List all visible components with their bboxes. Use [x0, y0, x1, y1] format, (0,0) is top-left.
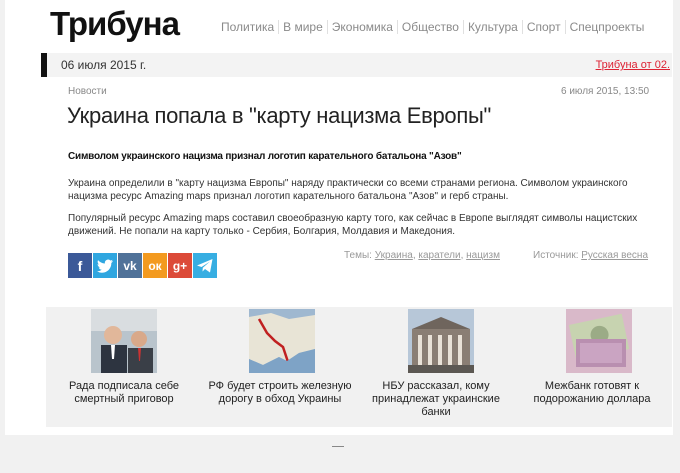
share-buttons: f vk ок g+ — [68, 253, 218, 278]
article-section[interactable]: Новости — [68, 86, 107, 97]
source-label: Источник: — [533, 250, 579, 261]
dollar-bills-photo-icon — [566, 309, 632, 373]
bank-building-photo-icon — [408, 309, 474, 373]
related-caption: НБУ рассказал, кому принадлежат украинск… — [372, 380, 500, 418]
related-caption: Межбанк готовят к подорожанию доллара — [533, 380, 651, 405]
twitter-icon[interactable] — [93, 253, 117, 278]
date-bar: 06 июля 2015 г. Трибуна от 02. — [41, 53, 672, 77]
topic-link-punishers[interactable]: каратели — [418, 250, 460, 261]
telegram-icon[interactable] — [193, 253, 217, 278]
top-navigation: Политика В мире Экономика Общество Культ… — [217, 20, 648, 34]
google-plus-icon[interactable]: g+ — [168, 253, 192, 278]
nav-item-culture[interactable]: Культура — [462, 20, 522, 34]
nav-item-sport[interactable]: Спорт — [521, 20, 565, 34]
nav-item-special[interactable]: Спецпроекты — [564, 20, 649, 34]
vkontakte-icon[interactable]: vk — [118, 253, 142, 278]
related-caption: Рада подписала себе смертный приговор — [68, 380, 180, 405]
article-topics: Темы: Украина, каратели, нацизм — [344, 250, 500, 261]
related-caption: РФ будет строить железную дорогу в обход… — [208, 380, 352, 405]
article-paragraph: Популярный ресурс Amazing maps составил … — [68, 213, 638, 237]
article-source: Источник: Русская весна — [533, 250, 648, 261]
current-date: 06 июля 2015 г. — [61, 58, 147, 72]
nav-item-politics[interactable]: Политика — [217, 20, 278, 34]
source-link[interactable]: Русская весна — [581, 250, 648, 261]
nav-item-society[interactable]: Общество — [396, 20, 463, 34]
article-paragraph: Украина определили в "карту нацизма Евро… — [68, 178, 628, 202]
article-date: 6 июля 2015, 13:50 — [561, 86, 650, 97]
related-news: Рада подписала себе смертный приговор РФ… — [46, 307, 672, 427]
topic-link-nazism[interactable]: нацизм — [466, 250, 500, 261]
nav-item-economy[interactable]: Экономика — [326, 20, 397, 34]
date-bar-accent — [41, 53, 47, 77]
article-lead: Символом украинского нацизма признал лог… — [68, 151, 462, 162]
article-title: Украина попала в "карту нацизма Европы" — [67, 103, 491, 128]
politicians-photo-icon — [91, 309, 157, 373]
odnoklassniki-icon[interactable]: ок — [143, 253, 167, 278]
topics-label: Темы: — [344, 250, 372, 261]
site-logo[interactable]: Трибуна — [50, 6, 180, 42]
topic-link-ukraine[interactable]: Украина — [375, 250, 413, 261]
issue-link[interactable]: Трибуна от 02. — [596, 59, 670, 71]
divider — [332, 446, 344, 447]
facebook-icon[interactable]: f — [68, 253, 92, 278]
railway-map-icon — [249, 309, 315, 373]
nav-item-world[interactable]: В мире — [278, 20, 327, 34]
